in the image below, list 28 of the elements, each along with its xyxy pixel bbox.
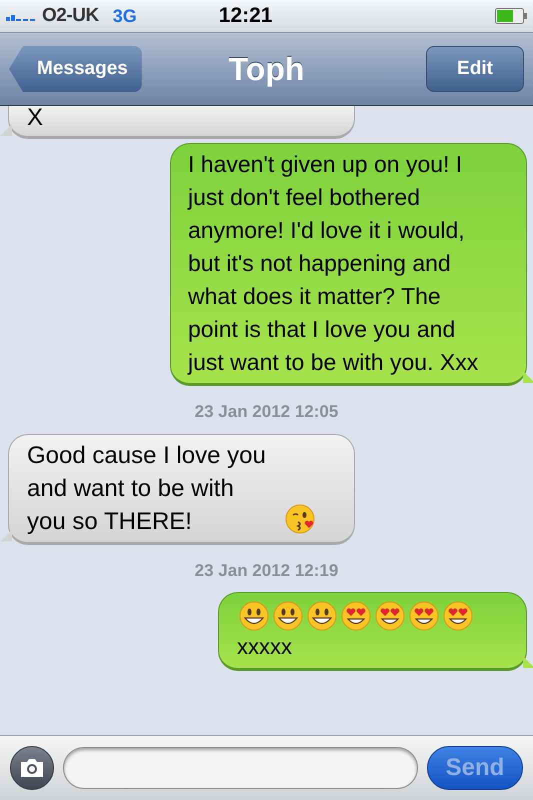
message-text: Good cause I love you and want to be with you so THERE!: [27, 440, 267, 536]
heart-eyes-face-icon: [341, 601, 371, 632]
kissing-face-icon: [285, 504, 315, 534]
timestamp: 23 Jan 2012 12:19: [194, 560, 338, 582]
message-text: X: [27, 106, 44, 131]
carrier-name: O2-UK: [42, 4, 99, 28]
bubble-tail: [523, 656, 533, 668]
bubble-tail: [0, 124, 12, 136]
network-type: 3G: [112, 4, 137, 28]
heart-eyes-face-icon: [443, 601, 473, 632]
message-text: I haven't given up on you! I just don't feel bothered anymore! I'd love it i would, but it's not happening and what does it matter? The point is that I love you and just want to be with you. Xxx: [188, 151, 478, 375]
edit-button[interactable]: Edit: [426, 46, 524, 92]
camera-icon: [19, 758, 45, 778]
heart-eyes-face-icon: [375, 601, 405, 632]
clock-time: 12:21: [218, 3, 272, 30]
heart-eyes-face-icon: [409, 601, 439, 632]
camera-button[interactable]: [10, 746, 54, 790]
battery-icon: [495, 8, 527, 24]
bubble-tail: [0, 530, 12, 542]
grinning-face-icon: [307, 601, 337, 632]
bubble-tail: [523, 371, 533, 383]
back-button[interactable]: Messages: [9, 46, 142, 92]
conversation-title: Toph: [228, 50, 304, 89]
message-text: xxxxx: [237, 634, 292, 660]
timestamp: 23 Jan 2012 12:05: [194, 401, 338, 423]
grinning-face-icon: [239, 601, 269, 632]
grinning-face-icon: [273, 601, 303, 632]
message-input-field[interactable]: [63, 747, 418, 789]
